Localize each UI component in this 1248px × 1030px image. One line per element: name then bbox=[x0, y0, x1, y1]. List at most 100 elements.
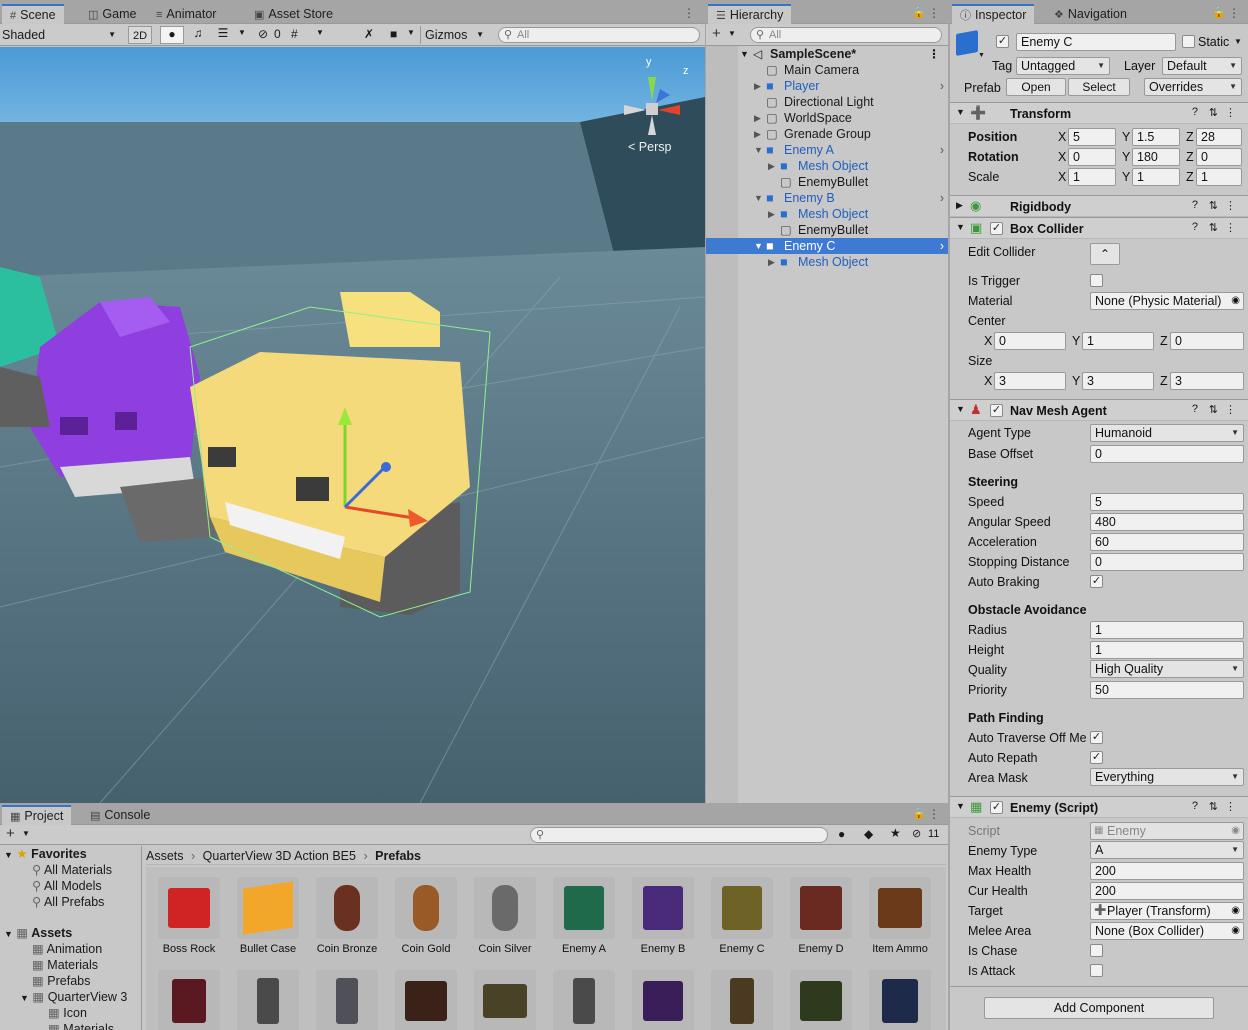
chevron-right-icon[interactable]: › bbox=[940, 190, 944, 206]
component-menu-icon[interactable]: ⋮ bbox=[1225, 403, 1236, 416]
asset-item[interactable]: Enemy B bbox=[628, 877, 698, 955]
folder-row[interactable]: ▦ Materials bbox=[48, 1021, 114, 1030]
material-object-field[interactable]: None (Physic Material) ◉ bbox=[1090, 292, 1244, 310]
acceleration-input[interactable]: 60 bbox=[1090, 533, 1244, 551]
lighting-toggle-icon[interactable]: ● bbox=[160, 26, 184, 44]
favorite-item[interactable]: ⚲ All Models bbox=[32, 878, 102, 894]
folder-row[interactable]: ▦ Animation bbox=[32, 941, 102, 957]
object-name-input[interactable]: Enemy C bbox=[1016, 33, 1176, 51]
rotation-z-input[interactable]: 0 bbox=[1196, 148, 1242, 166]
camera-dropdown-icon[interactable]: ▼ bbox=[407, 28, 415, 37]
component-enabled-checkbox[interactable]: ✓ bbox=[990, 222, 1003, 235]
object-picker-icon[interactable]: ◉ bbox=[1231, 923, 1240, 939]
component-menu-icon[interactable]: ⋮ bbox=[1225, 221, 1236, 234]
breadcrumb-item[interactable]: QuarterView 3D Action BE5 bbox=[203, 849, 356, 863]
enemy-type-dropdown[interactable]: A ▼ bbox=[1090, 841, 1244, 859]
help-icon[interactable]: ? bbox=[1192, 106, 1198, 118]
add-component-button[interactable]: Add Component bbox=[984, 997, 1214, 1019]
priority-input[interactable]: 50 bbox=[1090, 681, 1244, 699]
tab-inspector[interactable]: ⓘ Inspector bbox=[952, 4, 1035, 24]
hierarchy-item[interactable]: ▶ ▢ Grenade Group bbox=[706, 126, 948, 142]
asset-item[interactable] bbox=[470, 970, 540, 1030]
max-health-input[interactable]: 200 bbox=[1090, 862, 1244, 880]
prefab-overrides-dropdown[interactable]: Overrides ▼ bbox=[1144, 78, 1242, 96]
camera-icon[interactable]: ■ bbox=[390, 27, 397, 41]
panel-menu-icon[interactable]: ⋮ bbox=[928, 6, 940, 20]
component-menu-icon[interactable]: ⋮ bbox=[1225, 106, 1236, 119]
center-z-input[interactable]: 0 bbox=[1170, 332, 1244, 350]
asset-item[interactable] bbox=[628, 970, 698, 1030]
folder-row[interactable]: ▦ Prefabs bbox=[32, 973, 90, 989]
asset-item[interactable] bbox=[391, 970, 461, 1030]
audio-toggle-icon[interactable]: ♫ bbox=[186, 26, 210, 44]
tab-hierarchy[interactable]: ☰ Hierarchy bbox=[708, 4, 792, 24]
hierarchy-item[interactable]: ▶ ■ Player › bbox=[706, 78, 948, 94]
search-by-label-icon[interactable]: ◆ bbox=[864, 827, 873, 841]
help-icon[interactable]: ? bbox=[1192, 199, 1198, 211]
asset-item[interactable]: Boss Rock bbox=[154, 877, 224, 955]
is-chase-checkbox[interactable] bbox=[1090, 944, 1103, 957]
size-x-input[interactable]: 3 bbox=[994, 372, 1066, 390]
favorite-item[interactable]: ⚲ All Materials bbox=[32, 862, 112, 878]
quality-dropdown[interactable]: High Quality ▼ bbox=[1090, 660, 1244, 678]
lock-icon[interactable]: 🔒 bbox=[1212, 6, 1226, 19]
transform-header[interactable]: ▼ ➕ Transform ? ⇅ ⋮ bbox=[950, 102, 1248, 124]
tab-asset-store[interactable]: ▣ Asset Store bbox=[246, 4, 341, 24]
component-menu-icon[interactable]: ⋮ bbox=[1225, 199, 1236, 212]
component-menu-icon[interactable]: ⋮ bbox=[1225, 800, 1236, 813]
search-by-type-icon[interactable]: ● bbox=[838, 827, 845, 841]
hierarchy-item-selected[interactable]: ▼ ■ Enemy C › bbox=[706, 238, 948, 254]
chevron-down-icon[interactable]: ▼ bbox=[1234, 37, 1242, 46]
area-mask-dropdown[interactable]: Everything ▼ bbox=[1090, 768, 1244, 786]
box-collider-header[interactable]: ▼ ▣ ✓ Box Collider ? ⇅ ⋮ bbox=[950, 217, 1248, 239]
row-menu-icon[interactable]: ⋮ bbox=[928, 46, 940, 62]
grid-toggle-icon[interactable]: # bbox=[291, 27, 298, 41]
preset-icon[interactable]: ⇅ bbox=[1209, 106, 1218, 119]
folder-row[interactable]: ▼ ▦ QuarterView 3 bbox=[20, 989, 127, 1006]
asset-item[interactable]: Coin Gold bbox=[391, 877, 461, 955]
tab-project[interactable]: ▦ Project bbox=[2, 805, 72, 825]
preset-icon[interactable]: ⇅ bbox=[1209, 403, 1218, 416]
asset-item[interactable] bbox=[786, 970, 856, 1030]
favorites-row[interactable]: ▼ ★ Favorites bbox=[4, 846, 87, 863]
tools-icon[interactable]: ✗ bbox=[364, 27, 374, 41]
scene-viewport[interactable]: y z < Persp bbox=[0, 47, 705, 803]
chevron-right-icon[interactable]: › bbox=[940, 78, 944, 94]
static-checkbox[interactable] bbox=[1182, 35, 1195, 48]
enemy-script-header[interactable]: ▼ ▦ ✓ Enemy (Script) ? ⇅ ⋮ bbox=[950, 796, 1248, 818]
speed-input[interactable]: 5 bbox=[1090, 493, 1244, 511]
asset-item[interactable] bbox=[154, 970, 224, 1030]
position-y-input[interactable]: 1.5 bbox=[1132, 128, 1180, 146]
help-icon[interactable]: ? bbox=[1192, 403, 1198, 415]
auto-braking-checkbox[interactable]: ✓ bbox=[1090, 575, 1103, 588]
hierarchy-item[interactable]: ▢ Main Camera bbox=[706, 62, 948, 78]
asset-item[interactable]: Item Ammo bbox=[865, 877, 935, 955]
breadcrumb-item[interactable]: Prefabs bbox=[375, 849, 421, 863]
help-icon[interactable]: ? bbox=[1192, 800, 1198, 812]
auto-traverse-checkbox[interactable]: ✓ bbox=[1090, 731, 1103, 744]
asset-item[interactable]: Enemy D bbox=[786, 877, 856, 955]
size-y-input[interactable]: 3 bbox=[1082, 372, 1154, 390]
hierarchy-item[interactable]: ▢ EnemyBullet bbox=[706, 174, 948, 190]
scale-z-input[interactable]: 1 bbox=[1196, 168, 1242, 186]
hierarchy-item[interactable]: ▶ ▢ WorldSpace bbox=[706, 110, 948, 126]
tag-dropdown[interactable]: Untagged ▼ bbox=[1016, 57, 1110, 75]
tab-console[interactable]: ▤ Console bbox=[82, 805, 158, 825]
shading-mode-dropdown[interactable]: Shaded ▼ bbox=[2, 26, 120, 44]
preset-icon[interactable]: ⇅ bbox=[1209, 800, 1218, 813]
is-trigger-checkbox[interactable] bbox=[1090, 274, 1103, 287]
scene-root-row[interactable]: ▼ ◁ SampleScene* ⋮ bbox=[706, 46, 948, 62]
base-offset-input[interactable]: 0 bbox=[1090, 445, 1244, 463]
asset-item[interactable]: Coin Silver bbox=[470, 877, 540, 955]
project-search-input[interactable]: ⚲ bbox=[530, 827, 828, 843]
gizmos-dropdown[interactable]: Gizmos ▼ bbox=[420, 26, 486, 44]
chevron-down-icon[interactable]: ▼ bbox=[978, 52, 985, 59]
object-picker-icon[interactable]: ◉ bbox=[1231, 293, 1240, 309]
hierarchy-item[interactable]: ▼ ■ Enemy B › bbox=[706, 190, 948, 206]
scene-search-input[interactable]: ⚲ All bbox=[498, 27, 700, 43]
cur-health-input[interactable]: 200 bbox=[1090, 882, 1244, 900]
radius-input[interactable]: 1 bbox=[1090, 621, 1244, 639]
chevron-right-icon[interactable]: › bbox=[940, 238, 944, 254]
component-enabled-checkbox[interactable]: ✓ bbox=[990, 404, 1003, 417]
toggle-2d-button[interactable]: 2D bbox=[128, 26, 152, 44]
